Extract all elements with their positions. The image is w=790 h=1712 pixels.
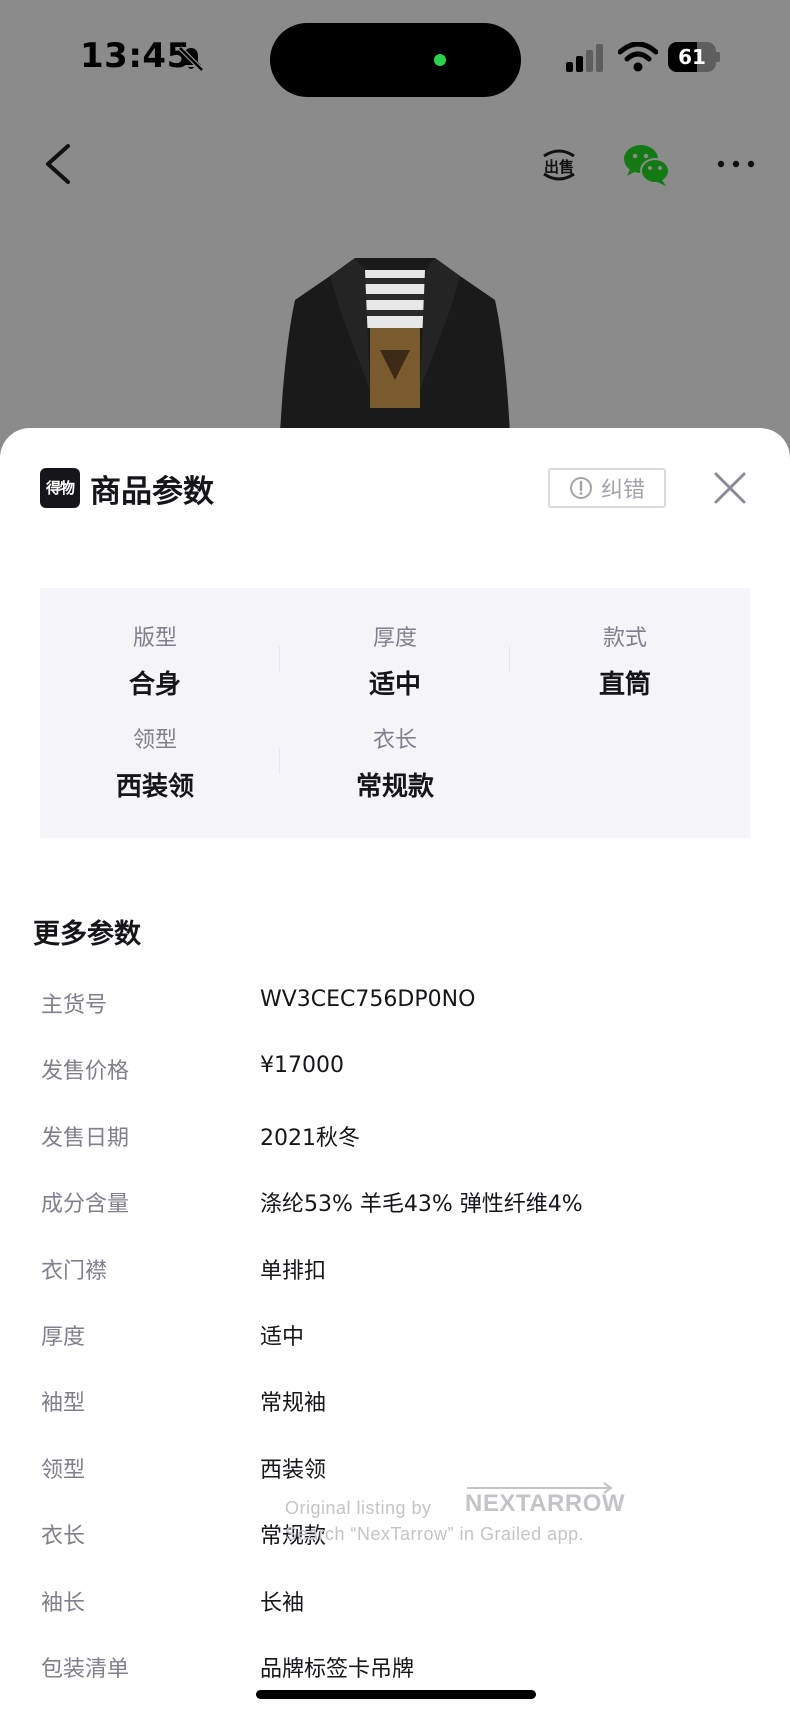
product-params-sheet: 得物 商品参数 纠错 版型 合身 厚度 适中 款式 直筒 领型 西装领 衣长 常… xyxy=(0,428,790,1712)
dimmed-product-page[interactable]: 13:45 61 出售 xyxy=(0,0,790,480)
report-error-button[interactable]: 纠错 xyxy=(548,468,666,508)
param-value: 常规袖 xyxy=(260,1391,327,1416)
nav-bar: 出售 xyxy=(0,120,790,210)
spec-value: 直筒 xyxy=(598,670,651,700)
param-row: 包装清单 品牌标签卡吊牌 xyxy=(0,1651,790,1691)
sell-icon-label: 出售 xyxy=(544,158,574,176)
spec-label: 衣长 xyxy=(372,728,417,753)
status-time: 13:45 xyxy=(80,36,191,76)
spec-value: 常规款 xyxy=(355,772,434,802)
param-value: 单排扣 xyxy=(260,1259,327,1284)
spec-label: 款式 xyxy=(602,626,647,651)
param-value: 西装领 xyxy=(260,1458,327,1483)
param-row: 袖长 长袖 xyxy=(0,1585,790,1625)
cellular-signal-icon xyxy=(566,44,603,72)
param-value: 长袖 xyxy=(260,1591,305,1616)
param-value: 品牌标签卡吊牌 xyxy=(260,1657,415,1682)
sell-icon[interactable]: 出售 xyxy=(538,144,580,186)
param-row: 成分含量 涤纶53% 羊毛43% 弹性纤维4% xyxy=(0,1186,790,1226)
spec-value: 西装领 xyxy=(115,772,194,802)
battery-body: 61 xyxy=(668,42,716,72)
spec-label: 版型 xyxy=(132,626,177,651)
wifi-icon xyxy=(618,42,658,72)
sheet-title: 商品参数 xyxy=(90,474,214,510)
param-label: 袖长 xyxy=(41,1591,86,1616)
param-value: ¥17000 xyxy=(260,1053,344,1078)
param-row: 主货号 WV3CEC756DP0NO xyxy=(0,987,790,1027)
spec-label: 厚度 xyxy=(372,626,417,651)
spec-cell-length: 衣长 常规款 xyxy=(280,722,510,803)
battery-level: 61 xyxy=(678,45,706,69)
spec-cell-fit: 版型 合身 xyxy=(40,620,270,701)
watermark-brand: NEXTARROW xyxy=(465,1490,626,1517)
more-params-title: 更多参数 xyxy=(33,919,141,950)
param-label: 袖型 xyxy=(41,1391,86,1416)
param-value: WV3CEC756DP0NO xyxy=(260,987,476,1012)
param-value: 涤纶53% 羊毛43% 弹性纤维4% xyxy=(260,1192,583,1217)
close-icon[interactable] xyxy=(712,470,748,506)
key-specs-card: 版型 合身 厚度 适中 款式 直筒 领型 西装领 衣长 常规款 xyxy=(40,588,750,838)
spec-cell-thickness: 厚度 适中 xyxy=(280,620,510,701)
spec-value: 适中 xyxy=(368,670,421,700)
param-label: 发售价格 xyxy=(41,1059,130,1084)
dewu-logo: 得物 xyxy=(40,468,80,508)
bell-muted-icon xyxy=(178,46,204,72)
wechat-icon[interactable] xyxy=(622,142,670,188)
home-indicator[interactable] xyxy=(256,1690,536,1699)
chevron-left-icon[interactable] xyxy=(40,140,76,188)
alert-circle-icon xyxy=(569,477,592,499)
report-error-label: 纠错 xyxy=(600,478,645,503)
param-label: 领型 xyxy=(41,1458,86,1483)
watermark-line2: Search “NexTarrow” in Grailed app. xyxy=(285,1524,585,1544)
spec-label: 领型 xyxy=(132,728,177,753)
param-label: 发售日期 xyxy=(41,1126,130,1151)
param-row: 袖型 常规袖 xyxy=(0,1385,790,1425)
param-label: 包装清单 xyxy=(41,1657,130,1682)
param-value: 适中 xyxy=(260,1325,305,1350)
battery-nub xyxy=(716,52,720,62)
more-icon[interactable] xyxy=(716,158,756,170)
dynamic-island xyxy=(270,23,521,97)
param-row: 衣门襟 单排扣 xyxy=(0,1253,790,1293)
screen: 13:45 61 出售 得物 商品参数 纠错 版型 合身 厚度 适中 款式 直筒… xyxy=(0,0,790,1712)
param-row: 发售日期 2021秋冬 xyxy=(0,1120,790,1160)
spec-cell-collar: 领型 西装领 xyxy=(40,722,270,803)
param-value: 2021秋冬 xyxy=(260,1126,360,1151)
param-row: 厚度 适中 xyxy=(0,1319,790,1359)
param-label: 主货号 xyxy=(41,993,108,1018)
param-label: 衣长 xyxy=(41,1524,86,1549)
param-row: 领型 西装领 xyxy=(0,1452,790,1492)
status-bar: 13:45 61 xyxy=(0,0,790,120)
param-row: 发售价格 ¥17000 xyxy=(0,1053,790,1093)
param-label: 成分含量 xyxy=(41,1192,130,1217)
param-label: 衣门襟 xyxy=(41,1259,108,1284)
param-label: 厚度 xyxy=(41,1325,86,1350)
watermark: Original listing by NEXTARROW Search “Ne… xyxy=(285,1482,626,1560)
spec-cell-style: 款式 直筒 xyxy=(510,620,740,701)
watermark-line1: Original listing by xyxy=(285,1498,432,1518)
battery-indicator: 61 xyxy=(668,42,720,72)
spec-value: 合身 xyxy=(128,670,181,700)
camera-indicator-dot xyxy=(434,54,446,66)
sheet-header: 得物 商品参数 纠错 xyxy=(0,428,790,538)
